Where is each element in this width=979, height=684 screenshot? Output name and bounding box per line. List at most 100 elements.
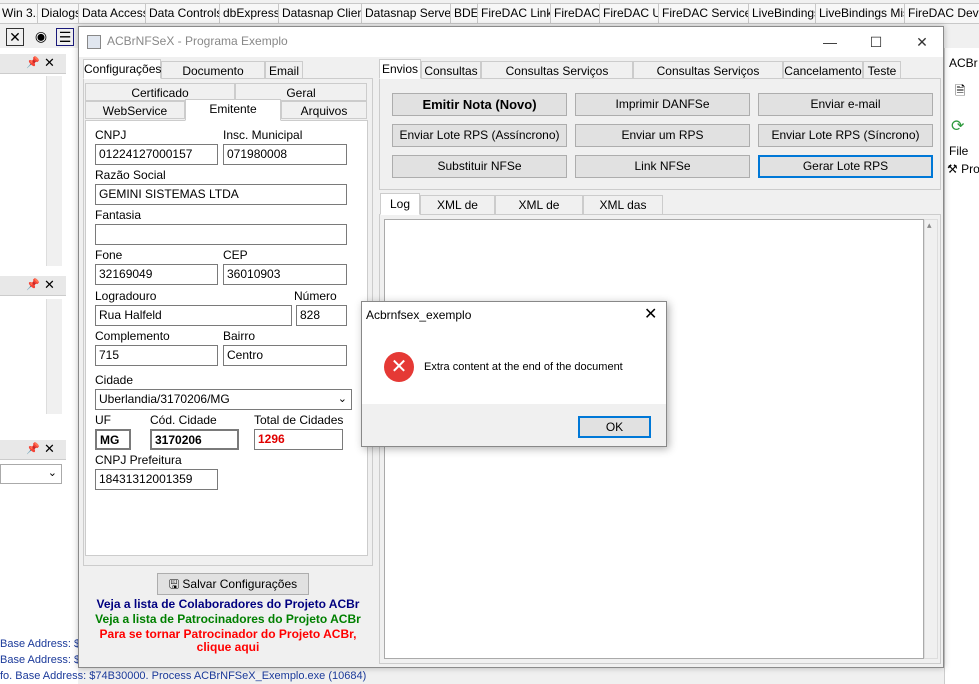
enviar-um-rps-button[interactable]: Enviar um RPS [575, 124, 750, 147]
razao-field[interactable]: GEMINI SISTEMAS LTDA [95, 184, 347, 205]
palette-tab[interactable]: FireDAC Devs [904, 3, 979, 23]
dialog-title: Acbrnfsex_exemplo [366, 308, 472, 322]
ide-toolbar: ✕ ◉ ☰ [0, 24, 80, 48]
open-icon[interactable]: 🗎 [955, 82, 965, 104]
palette-tab[interactable]: dbExpress [219, 3, 284, 23]
emitente-page: CNPJ 01224127000157 Insc. Municipal 0719… [85, 120, 368, 556]
record-icon[interactable]: ◉ [32, 28, 50, 46]
cnpj-field[interactable]: 01224127000157 [95, 144, 218, 165]
link-nfse-button[interactable]: Link NFSe [575, 155, 750, 178]
fantasia-field[interactable] [95, 224, 347, 245]
list-icon[interactable]: ☰ [56, 28, 74, 46]
fantasia-label: Fantasia [95, 208, 142, 222]
bairro-field[interactable]: Centro [223, 345, 347, 366]
log-scrollbar[interactable]: ▴ [924, 219, 938, 659]
emitir-nota-button[interactable]: Emitir Nota (Novo) [392, 93, 567, 116]
error-icon: ✕ [384, 352, 414, 382]
cep-field[interactable]: 36010903 [223, 264, 347, 285]
gerar-lote-button[interactable]: Gerar Lote RPS [758, 155, 933, 178]
component-palette: Win 3.1 Dialogs Data Access Data Control… [0, 0, 979, 24]
cidade-select[interactable]: Uberlandia/3170206/MG ⌄ [95, 389, 352, 410]
imprimir-danfse-button[interactable]: Imprimir DANFSe [575, 93, 750, 116]
cnpj-label: CNPJ [95, 128, 127, 142]
link-patrocinar-1[interactable]: Para se tornar Patrocinador do Projeto A… [83, 627, 373, 641]
fone-field[interactable]: 32169049 [95, 264, 218, 285]
close-button[interactable]: ✕ [907, 31, 937, 53]
close-icon[interactable]: ✕ [44, 277, 55, 293]
link-colaboradores[interactable]: Veja a lista de Colaboradores do Projeto… [83, 597, 373, 611]
logradouro-label: Logradouro [95, 289, 157, 303]
cidade-value: Uberlandia/3170206/MG [99, 392, 230, 406]
tab-configuracoes[interactable]: Configurações [83, 59, 161, 79]
palette-tab[interactable]: Datasnap Client [278, 3, 372, 23]
palette-tab[interactable]: Data Access [78, 3, 153, 23]
palette-tab[interactable]: Datasnap Server [361, 3, 460, 23]
close-icon[interactable]: ✕ [44, 55, 55, 71]
razao-label: Razão Social [95, 168, 166, 182]
panel-header: 📌 ✕ [0, 440, 66, 460]
close-icon[interactable]: ✕ [6, 28, 24, 46]
palette-tab[interactable]: FireDAC [550, 3, 605, 23]
menu-file[interactable]: File [949, 144, 968, 158]
palette-tab[interactable]: FireDAC Services [658, 3, 762, 23]
tab-webservice[interactable]: WebService [85, 101, 185, 119]
save-config-label: Salvar Configurações [182, 577, 298, 591]
fone-label: Fone [95, 248, 123, 262]
tab-emitente[interactable]: Emitente [185, 99, 281, 121]
refresh-icon[interactable]: ⟳ [951, 116, 964, 136]
scrollbar[interactable] [46, 76, 62, 266]
enviar-email-button[interactable]: Enviar e-mail [758, 93, 933, 116]
tab-consultas-prestados[interactable]: Consultas Serviços Prestados [481, 61, 633, 96]
enviar-lote-async-button[interactable]: Enviar Lote RPS (Assíncrono) [392, 124, 567, 147]
link-patrocinadores[interactable]: Veja a lista de Patrocinadores do Projet… [83, 612, 373, 626]
combo-box[interactable]: ⌄ [0, 464, 62, 484]
uf-field[interactable]: MG [95, 429, 131, 450]
title-bar: ACBrNFSeX - Programa Exemplo — ☐ ✕ [79, 27, 943, 57]
tab-envios[interactable]: Envios [379, 59, 421, 79]
palette-tab[interactable]: LiveBindings [748, 3, 825, 23]
cnpj-prefeitura-field[interactable]: 18431312001359 [95, 469, 218, 490]
numero-field[interactable]: 828 [296, 305, 347, 326]
cep-label: CEP [223, 248, 248, 262]
chevron-down-icon: ⌄ [47, 467, 57, 479]
tab-xml-envio[interactable]: XML de Envio [420, 195, 495, 230]
total-cidades-field: 1296 [254, 429, 343, 450]
dialog-message: Extra content at the end of the document [424, 361, 623, 373]
dialog-close-button[interactable]: ✕ [644, 304, 657, 324]
pin-icon[interactable]: 📌 [26, 56, 40, 69]
close-icon[interactable]: ✕ [44, 441, 55, 457]
save-config-button[interactable]: 🖫 Salvar Configurações [157, 573, 309, 595]
tab-log[interactable]: Log [380, 193, 420, 215]
link-patrocinar-2[interactable]: clique aqui [83, 640, 373, 654]
pin-icon[interactable]: 📌 [26, 278, 40, 291]
code-gutter [66, 70, 78, 600]
error-dialog: Acbrnfsex_exemplo ✕ ✕ Extra content at t… [361, 301, 667, 447]
project-icon: ⚒ [947, 162, 958, 176]
tab-teste[interactable]: Teste [863, 61, 901, 79]
cod-cidade-field[interactable]: 3170206 [150, 429, 239, 450]
tab-consultas[interactable]: Consultas [421, 61, 481, 79]
tab-xml-retorno[interactable]: XML de Retorno [495, 195, 583, 230]
logradouro-field[interactable]: Rua Halfeld [95, 305, 292, 326]
palette-tab[interactable]: Data Controls [145, 3, 227, 23]
pin-icon[interactable]: 📌 [26, 442, 40, 455]
scrollbar[interactable] [46, 299, 62, 414]
im-field[interactable]: 071980008 [223, 144, 347, 165]
minimize-button[interactable]: — [815, 31, 845, 53]
tree-root-label: Pro [961, 162, 979, 176]
chevron-up-icon[interactable]: ▴ [927, 220, 932, 231]
complemento-field[interactable]: 715 [95, 345, 218, 366]
maximize-button[interactable]: ☐ [861, 31, 891, 53]
tree-root[interactable]: ⚒ Pro [947, 162, 979, 176]
window-title: ACBrNFSeX - Programa Exemplo [107, 34, 288, 48]
tab-consultas-tomados[interactable]: Consultas Serviços Tomados [633, 61, 783, 96]
enviar-lote-sync-button[interactable]: Enviar Lote RPS (Síncrono) [758, 124, 933, 147]
chevron-down-icon[interactable]: ⌄ [338, 390, 347, 409]
tab-xml-notas[interactable]: XML das Notas [583, 195, 663, 230]
tab-documento-auxiliar[interactable]: Documento Auxiliar [161, 61, 265, 96]
tab-cancelamento[interactable]: Cancelamento [783, 61, 863, 79]
substituir-nfse-button[interactable]: Substituir NFSe [392, 155, 567, 178]
tab-email[interactable]: Email [265, 61, 303, 79]
tab-arquivos[interactable]: Arquivos [281, 101, 367, 119]
ok-button[interactable]: OK [578, 416, 651, 438]
